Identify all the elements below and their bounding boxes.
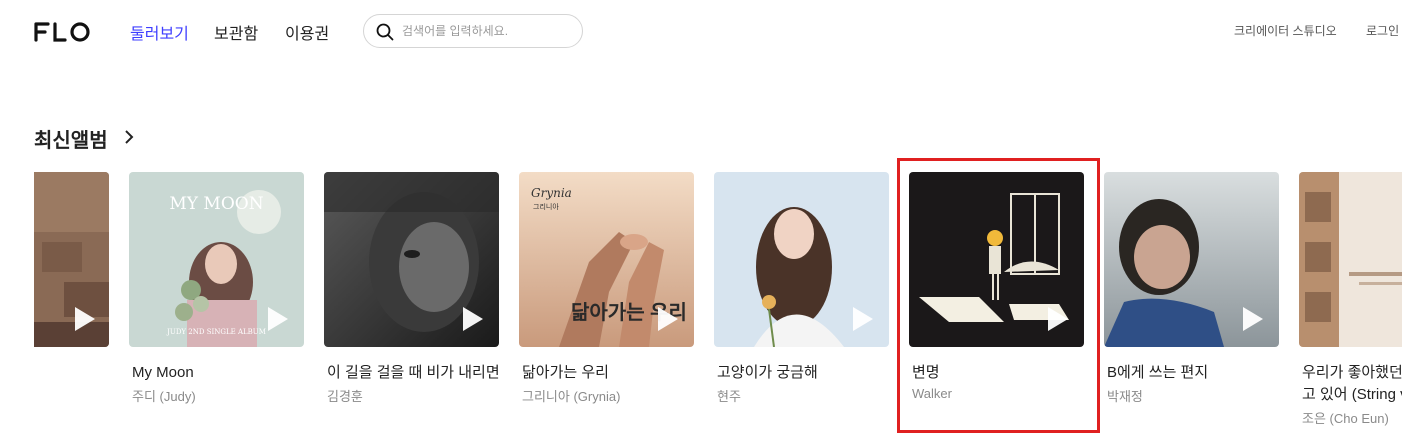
album-card[interactable]: B에게 쓰는 편지 박재정 [1104,172,1279,404]
login-link[interactable]: 로그인 [1366,22,1399,39]
play-icon[interactable] [461,305,485,333]
album-title[interactable]: My Moon [132,362,312,384]
album-title[interactable]: 변명 [912,362,1092,384]
album-artist[interactable]: 김경훈 [327,386,363,405]
album-cover[interactable] [909,172,1084,347]
album-cover[interactable] [714,172,889,347]
nav-library[interactable]: 보관함 [214,20,258,44]
play-icon[interactable] [73,305,97,333]
album-title[interactable]: 닮아가는 우리 [522,362,702,384]
nav-browse[interactable]: 둘러보기 [130,20,189,44]
album-card[interactable]: Grynia 그리니아 닮아가는 우리 닮아가는 우리 그리니아 (Grynia… [519,172,694,404]
album-artist[interactable]: 조은 (Cho Eun) [1302,408,1389,427]
album-card[interactable]: 고양이가 궁금해 현주 [714,172,889,404]
cover-brand-kr: 그리니아 [533,204,559,211]
album-cover[interactable] [1104,172,1279,347]
play-icon[interactable] [1046,305,1070,333]
search-box[interactable] [363,14,583,48]
album-cover[interactable]: MY MOON JUDY 2ND SINGLE ALBUM [129,172,304,347]
section-title[interactable]: 최신앨범 [34,124,108,153]
album-card[interactable]: 이 길을 걸을 때 비가 내리면 김경훈 [324,172,500,404]
creator-studio-link[interactable]: 크리에이터 스튜디오 [1234,22,1337,39]
flo-logo[interactable] [34,20,92,44]
play-icon[interactable] [656,305,680,333]
album-card[interactable]: MY MOON JUDY 2ND SINGLE ALBUM My Moon 주디… [129,172,304,404]
album-artist[interactable]: Walker [912,386,952,401]
album-title-line2[interactable]: 고 있어 (String v [1302,384,1402,406]
album-cover-partial[interactable] [34,172,109,347]
cover-text: MY MOON [169,194,264,214]
search-input[interactable] [402,21,572,41]
album-cover[interactable] [324,172,499,347]
chevron-right-icon[interactable] [122,128,136,146]
album-card[interactable]: 우리가 좋아했던 고 있어 (String v 조은 (Cho Eun) [1299,172,1402,426]
search-icon [376,23,394,41]
play-icon[interactable] [851,305,875,333]
album-cover[interactable]: Grynia 그리니아 닮아가는 우리 [519,172,694,347]
album-title[interactable]: 고양이가 궁금해 [717,362,897,384]
album-card[interactable]: 변명 Walker [909,172,1084,401]
nav-subscription[interactable]: 이용권 [285,20,329,44]
album-artist[interactable]: 주디 (Judy) [132,386,196,405]
play-icon[interactable] [266,305,290,333]
cover-brand: Grynia [531,186,572,200]
album-title[interactable]: B에게 쓰는 편지 [1107,362,1287,384]
album-title[interactable]: 이 길을 걸을 때 비가 내리면 [327,362,507,384]
album-artist[interactable]: 현주 [717,386,741,405]
album-artist[interactable]: 그리니아 (Grynia) [522,386,620,405]
album-cover[interactable] [1299,172,1402,347]
album-title[interactable]: 우리가 좋아했던 [1302,362,1402,384]
play-icon[interactable] [1241,305,1265,333]
album-artist[interactable]: 박재정 [1107,386,1143,405]
